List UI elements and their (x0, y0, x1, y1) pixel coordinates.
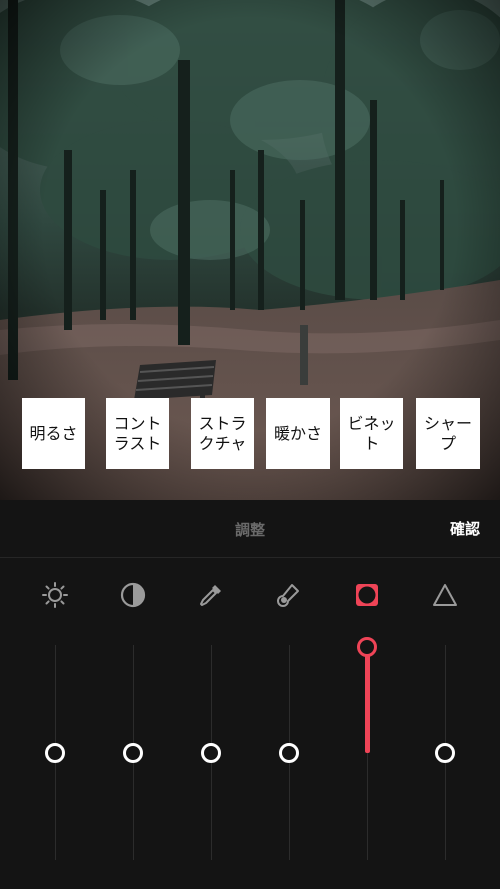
tool-contrast[interactable] (113, 575, 153, 615)
tool-warmth[interactable] (269, 575, 309, 615)
contrast-icon (120, 582, 146, 608)
slider-knob-contrast[interactable] (123, 743, 143, 763)
label-warmth: 暖かさ (266, 398, 330, 469)
slider-knob-sharpen[interactable] (435, 743, 455, 763)
sharpen-triangle-icon (433, 584, 457, 606)
label-vignette: ビネット (340, 398, 403, 469)
confirm-button[interactable]: 確認 (450, 518, 480, 539)
slider-knob-vignette[interactable] (357, 637, 377, 657)
adjustment-sliders (0, 637, 500, 865)
brightness-sun-icon (42, 582, 68, 608)
adjustment-tools (0, 575, 500, 617)
thermometer-icon (277, 584, 299, 607)
page-title: 調整 (234, 521, 265, 539)
adjust-header: 調整 確認 (0, 500, 500, 558)
label-sharpen: シャープ (416, 398, 480, 469)
label-brightness: 明るさ (22, 398, 85, 469)
label-contrast: コントラスト (106, 398, 169, 469)
tool-vignette[interactable] (347, 575, 387, 615)
slider-knob-brightness[interactable] (45, 743, 65, 763)
label-structure: ストラクチャ (191, 398, 254, 469)
slider-knob-warmth[interactable] (279, 743, 299, 763)
vignette-icon (356, 584, 378, 606)
eyedropper-icon (200, 585, 221, 606)
tool-structure[interactable] (191, 575, 231, 615)
slider-fill-vignette (364, 647, 370, 753)
tool-brightness[interactable] (35, 575, 75, 615)
tool-sharpen[interactable] (425, 575, 465, 615)
slider-knob-structure[interactable] (201, 743, 221, 763)
